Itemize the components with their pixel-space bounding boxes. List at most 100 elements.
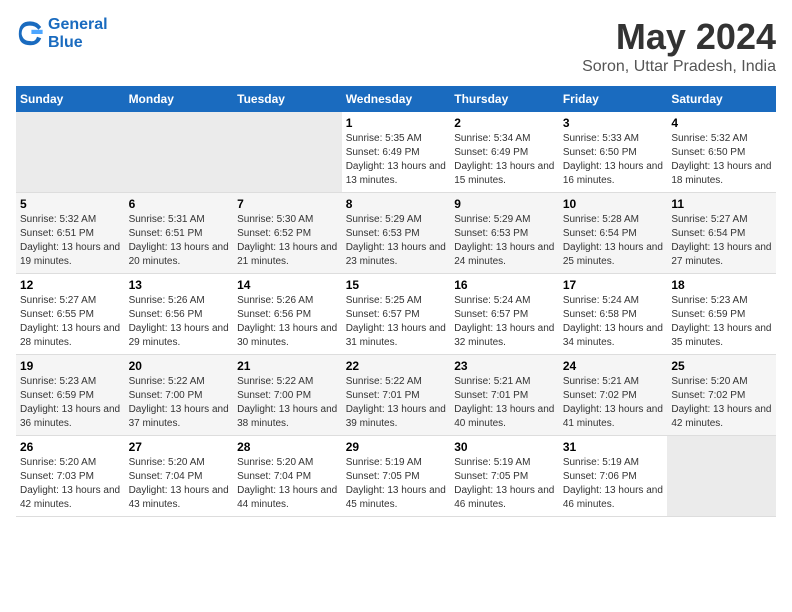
subtitle: Soron, Uttar Pradesh, India [582, 58, 776, 76]
day-info: Sunrise: 5:23 AM Sunset: 6:59 PM Dayligh… [20, 375, 121, 431]
day-header-thursday: Thursday [450, 86, 559, 112]
day-number: 29 [346, 440, 447, 454]
day-number: 5 [20, 197, 121, 211]
logo-text: General Blue [48, 16, 108, 52]
calendar-cell: 3 Sunrise: 5:33 AM Sunset: 6:50 PM Daylig… [559, 112, 668, 193]
calendar-cell: 16 Sunrise: 5:24 AM Sunset: 6:57 PM Dayli… [450, 274, 559, 355]
day-number: 19 [20, 359, 121, 373]
logo-icon [16, 20, 44, 48]
day-info: Sunrise: 5:29 AM Sunset: 6:53 PM Dayligh… [346, 213, 447, 269]
day-info: Sunrise: 5:20 AM Sunset: 7:02 PM Dayligh… [671, 375, 772, 431]
calendar-cell: 22 Sunrise: 5:22 AM Sunset: 7:01 PM Dayli… [342, 355, 451, 436]
calendar-cell: 25 Sunrise: 5:20 AM Sunset: 7:02 PM Dayli… [667, 355, 776, 436]
day-info: Sunrise: 5:29 AM Sunset: 6:53 PM Dayligh… [454, 213, 555, 269]
day-header-sunday: Sunday [16, 86, 125, 112]
day-number: 27 [129, 440, 230, 454]
day-info: Sunrise: 5:22 AM Sunset: 7:00 PM Dayligh… [237, 375, 338, 431]
calendar-cell: 24Sunrise: 5:21 AM Sunset: 7:02 PM Dayli… [559, 355, 668, 436]
day-number: 7 [237, 197, 338, 211]
calendar-cell: 23 Sunrise: 5:21 AM Sunset: 7:01 PM Dayli… [450, 355, 559, 436]
day-number: 30 [454, 440, 555, 454]
day-number: 9 [454, 197, 555, 211]
day-info: Sunrise: 5:32 AM Sunset: 6:51 PM Dayligh… [20, 213, 121, 269]
day-number: 14 [237, 278, 338, 292]
day-info: Sunrise: 5:19 AM Sunset: 7:06 PM Dayligh… [563, 456, 664, 512]
calendar-cell: 4 Sunrise: 5:32 AM Sunset: 6:50 PM Daylig… [667, 112, 776, 193]
calendar-cell: 10Sunrise: 5:28 AM Sunset: 6:54 PM Dayli… [559, 193, 668, 274]
logo: General Blue [16, 16, 108, 52]
calendar-cell: 5 Sunrise: 5:32 AM Sunset: 6:51 PM Daylig… [16, 193, 125, 274]
day-header-friday: Friday [559, 86, 668, 112]
calendar-cell: 31Sunrise: 5:19 AM Sunset: 7:06 PM Dayli… [559, 436, 668, 517]
calendar-cell: 29 Sunrise: 5:19 AM Sunset: 7:05 PM Dayli… [342, 436, 451, 517]
day-info: Sunrise: 5:20 AM Sunset: 7:04 PM Dayligh… [129, 456, 230, 512]
calendar-week-row: 5 Sunrise: 5:32 AM Sunset: 6:51 PM Daylig… [16, 193, 776, 274]
day-info: Sunrise: 5:20 AM Sunset: 7:03 PM Dayligh… [20, 456, 121, 512]
day-info: Sunrise: 5:33 AM Sunset: 6:50 PM Dayligh… [563, 132, 664, 188]
calendar-header-row: SundayMondayTuesdayWednesdayThursdayFrid… [16, 86, 776, 112]
day-header-monday: Monday [125, 86, 234, 112]
calendar-week-row: 1 Sunrise: 5:35 AM Sunset: 6:49 PM Daylig… [16, 112, 776, 193]
day-number: 24 [563, 359, 664, 373]
calendar-cell: 2 Sunrise: 5:34 AM Sunset: 6:49 PM Daylig… [450, 112, 559, 193]
day-number: 23 [454, 359, 555, 373]
day-number: 15 [346, 278, 447, 292]
day-info: Sunrise: 5:28 AM Sunset: 6:54 PM Dayligh… [563, 213, 664, 269]
day-header-wednesday: Wednesday [342, 86, 451, 112]
header: General Blue May 2024 Soron, Uttar Prade… [16, 16, 776, 76]
calendar-cell: 9 Sunrise: 5:29 AM Sunset: 6:53 PM Daylig… [450, 193, 559, 274]
day-number: 17 [563, 278, 664, 292]
day-number: 26 [20, 440, 121, 454]
calendar-cell: 28Sunrise: 5:20 AM Sunset: 7:04 PM Dayli… [233, 436, 342, 517]
main-title: May 2024 [582, 16, 776, 58]
day-number: 21 [237, 359, 338, 373]
day-number: 22 [346, 359, 447, 373]
calendar-week-row: 12 Sunrise: 5:27 AM Sunset: 6:55 PM Dayli… [16, 274, 776, 355]
day-number: 4 [671, 116, 772, 130]
day-info: Sunrise: 5:20 AM Sunset: 7:04 PM Dayligh… [237, 456, 338, 512]
day-info: Sunrise: 5:27 AM Sunset: 6:54 PM Dayligh… [671, 213, 772, 269]
day-info: Sunrise: 5:35 AM Sunset: 6:49 PM Dayligh… [346, 132, 447, 188]
calendar-cell: 7 Sunrise: 5:30 AM Sunset: 6:52 PM Daylig… [233, 193, 342, 274]
day-number: 2 [454, 116, 555, 130]
day-info: Sunrise: 5:27 AM Sunset: 6:55 PM Dayligh… [20, 294, 121, 350]
day-number: 12 [20, 278, 121, 292]
day-info: Sunrise: 5:26 AM Sunset: 6:56 PM Dayligh… [129, 294, 230, 350]
day-info: Sunrise: 5:30 AM Sunset: 6:52 PM Dayligh… [237, 213, 338, 269]
day-info: Sunrise: 5:34 AM Sunset: 6:49 PM Dayligh… [454, 132, 555, 188]
calendar-cell: 1 Sunrise: 5:35 AM Sunset: 6:49 PM Daylig… [342, 112, 451, 193]
day-number: 18 [671, 278, 772, 292]
day-header-saturday: Saturday [667, 86, 776, 112]
day-info: Sunrise: 5:23 AM Sunset: 6:59 PM Dayligh… [671, 294, 772, 350]
day-info: Sunrise: 5:26 AM Sunset: 6:56 PM Dayligh… [237, 294, 338, 350]
title-area: May 2024 Soron, Uttar Pradesh, India [582, 16, 776, 76]
calendar-cell [667, 436, 776, 517]
day-info: Sunrise: 5:22 AM Sunset: 7:01 PM Dayligh… [346, 375, 447, 431]
calendar-cell: 26 Sunrise: 5:20 AM Sunset: 7:03 PM Dayli… [16, 436, 125, 517]
day-info: Sunrise: 5:32 AM Sunset: 6:50 PM Dayligh… [671, 132, 772, 188]
day-info: Sunrise: 5:21 AM Sunset: 7:01 PM Dayligh… [454, 375, 555, 431]
calendar-cell: 21 Sunrise: 5:22 AM Sunset: 7:00 PM Dayli… [233, 355, 342, 436]
day-number: 6 [129, 197, 230, 211]
calendar-cell: 13Sunrise: 5:26 AM Sunset: 6:56 PM Dayli… [125, 274, 234, 355]
day-info: Sunrise: 5:19 AM Sunset: 7:05 PM Dayligh… [454, 456, 555, 512]
calendar-cell: 14 Sunrise: 5:26 AM Sunset: 6:56 PM Dayli… [233, 274, 342, 355]
calendar-table: SundayMondayTuesdayWednesdayThursdayFrid… [16, 86, 776, 517]
calendar-cell [233, 112, 342, 193]
calendar-cell: 6Sunrise: 5:31 AM Sunset: 6:51 PM Daylig… [125, 193, 234, 274]
calendar-cell [16, 112, 125, 193]
day-number: 16 [454, 278, 555, 292]
day-number: 3 [563, 116, 664, 130]
day-info: Sunrise: 5:19 AM Sunset: 7:05 PM Dayligh… [346, 456, 447, 512]
day-header-tuesday: Tuesday [233, 86, 342, 112]
calendar-cell: 11Sunrise: 5:27 AM Sunset: 6:54 PM Dayli… [667, 193, 776, 274]
calendar-cell: 17 Sunrise: 5:24 AM Sunset: 6:58 PM Dayli… [559, 274, 668, 355]
day-info: Sunrise: 5:24 AM Sunset: 6:58 PM Dayligh… [563, 294, 664, 350]
day-number: 1 [346, 116, 447, 130]
calendar-cell: 15Sunrise: 5:25 AM Sunset: 6:57 PM Dayli… [342, 274, 451, 355]
calendar-cell: 27 Sunrise: 5:20 AM Sunset: 7:04 PM Dayli… [125, 436, 234, 517]
calendar-cell: 20Sunrise: 5:22 AM Sunset: 7:00 PM Dayli… [125, 355, 234, 436]
day-number: 25 [671, 359, 772, 373]
day-info: Sunrise: 5:24 AM Sunset: 6:57 PM Dayligh… [454, 294, 555, 350]
calendar-week-row: 26 Sunrise: 5:20 AM Sunset: 7:03 PM Dayli… [16, 436, 776, 517]
